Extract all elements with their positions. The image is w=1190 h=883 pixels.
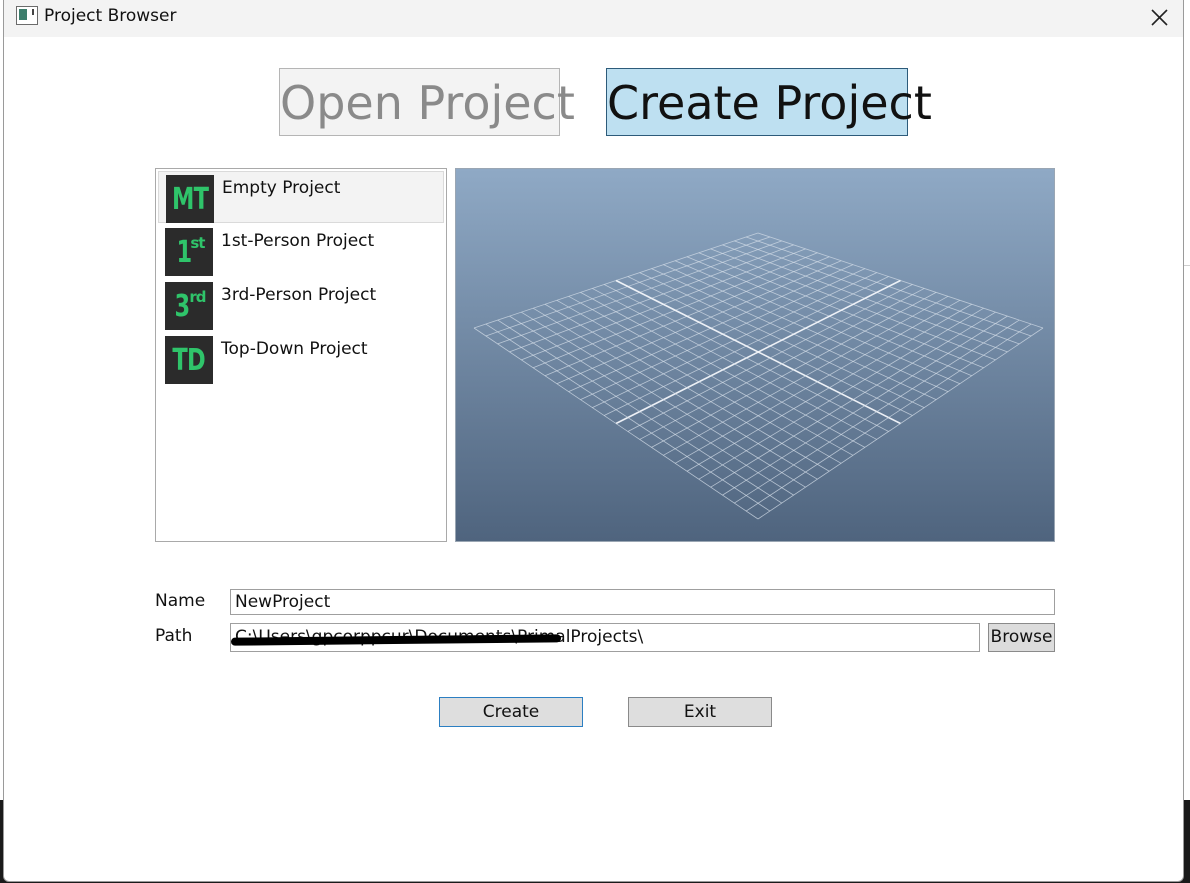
exit-button[interactable]: Exit (628, 697, 772, 727)
template-label: 3rd-Person Project (221, 285, 377, 305)
template-item-empty[interactable]: MT Empty Project (158, 171, 444, 223)
project-browser-window: Project Browser Open Project Create Proj… (3, 0, 1184, 882)
grid-line (686, 303, 972, 472)
grid-line (698, 307, 984, 480)
grid-line (485, 323, 771, 512)
grid-line (745, 323, 1032, 512)
open-project-tab[interactable]: Open Project (279, 68, 575, 136)
grid-line (580, 292, 866, 448)
create-button[interactable]: Create (439, 697, 583, 727)
third-person-icon: 3rd (165, 282, 213, 330)
grid-line (651, 292, 937, 448)
app-icon (16, 6, 38, 25)
template-label: Empty Project (222, 178, 341, 198)
template-item-third-person[interactable]: 3rd 3rd-Person Project (158, 279, 444, 331)
grid-line (473, 327, 759, 520)
close-icon[interactable] (1144, 4, 1174, 30)
project-path-input[interactable]: C:\Users\gpcorppcur\Documents\PrimalProj… (230, 623, 980, 652)
template-preview-image (455, 168, 1055, 542)
grid-line (663, 295, 949, 456)
project-name-input[interactable]: NewProject (230, 589, 1055, 615)
first-person-icon: 1st (165, 228, 213, 276)
template-label: Top-Down Project (221, 339, 368, 359)
grid-line (568, 295, 854, 456)
create-project-tab[interactable]: Create Project (606, 68, 932, 136)
window-title: Project Browser (44, 6, 177, 26)
template-item-first-person[interactable]: 1st 1st-Person Project (158, 225, 444, 277)
path-label: Path (155, 626, 193, 646)
background-divider (1183, 265, 1190, 266)
browse-button[interactable]: Browse (988, 623, 1055, 652)
template-label: 1st-Person Project (221, 231, 375, 251)
title-bar: Project Browser (4, 0, 1183, 37)
empty-project-icon: MT (166, 175, 214, 223)
grid-plane-preview (473, 232, 1044, 520)
grid-line (639, 288, 925, 440)
grid-line (757, 327, 1044, 520)
top-down-icon: TD (165, 336, 213, 384)
grid-line (592, 288, 877, 440)
name-label: Name (155, 591, 206, 611)
template-list[interactable]: MT Empty Project 1st 1st-Person Project … (155, 168, 447, 542)
grid-line (532, 307, 818, 480)
template-item-top-down[interactable]: TD Top-Down Project (158, 333, 444, 385)
grid-line (544, 303, 830, 472)
